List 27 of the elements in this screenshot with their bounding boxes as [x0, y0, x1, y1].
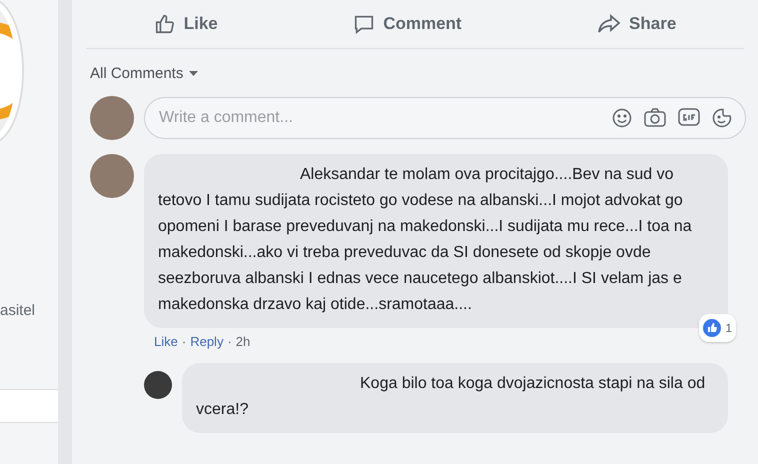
avatar: [90, 154, 134, 198]
sidebar-text: asitel: [0, 302, 36, 319]
caret-icon: [189, 71, 198, 76]
sidebar-field[interactable]: [0, 389, 58, 423]
like-button[interactable]: Like: [146, 9, 226, 39]
separator-dot: ·: [227, 334, 232, 349]
comment-filter[interactable]: All Comments: [90, 65, 198, 82]
separator-dot: ·: [182, 334, 186, 349]
comment-field[interactable]: Write a comment...: [144, 97, 746, 139]
comment-button[interactable]: Comment: [345, 9, 470, 39]
avatar: [90, 96, 134, 140]
gif-icon[interactable]: [678, 108, 700, 126]
thumbs-up-icon: [703, 319, 722, 337]
share-arrow-icon: [597, 13, 622, 35]
comment-text: Koga bilo toa koga dvojazicnosta stapi na sila od vcera!?: [196, 374, 706, 420]
speech-bubble-icon: [353, 13, 376, 35]
share-button[interactable]: Share: [589, 9, 684, 39]
comment-text: Aleksandar te molam ova procitajgo....Bev na sud vo tetovo I tamu sudijata rocisteto go vodese na albanski...I mojot advokat go opomeni I barase preveduvanj na makedonski...I sudijata mu rece...I toa na makedonski...ako vi treba preveduvac da SI donesete od skopje ovde seezboruva albanski I ednas vece naucetego albanskiot....I SI velam jas e makedonska drzavo kaj otide...sramotaaa....: [158, 165, 693, 315]
camera-icon[interactable]: [644, 108, 666, 128]
emoji-icon[interactable]: [612, 108, 632, 128]
reaction-count[interactable]: 1: [699, 314, 736, 342]
comment-link[interactable]: Reply: [190, 334, 224, 349]
timestamp: 2h: [236, 334, 250, 349]
avatar: [144, 371, 172, 399]
thumbs-up-icon: [154, 13, 176, 35]
sticker-icon[interactable]: [712, 108, 732, 128]
comment-link[interactable]: Like: [154, 334, 178, 349]
